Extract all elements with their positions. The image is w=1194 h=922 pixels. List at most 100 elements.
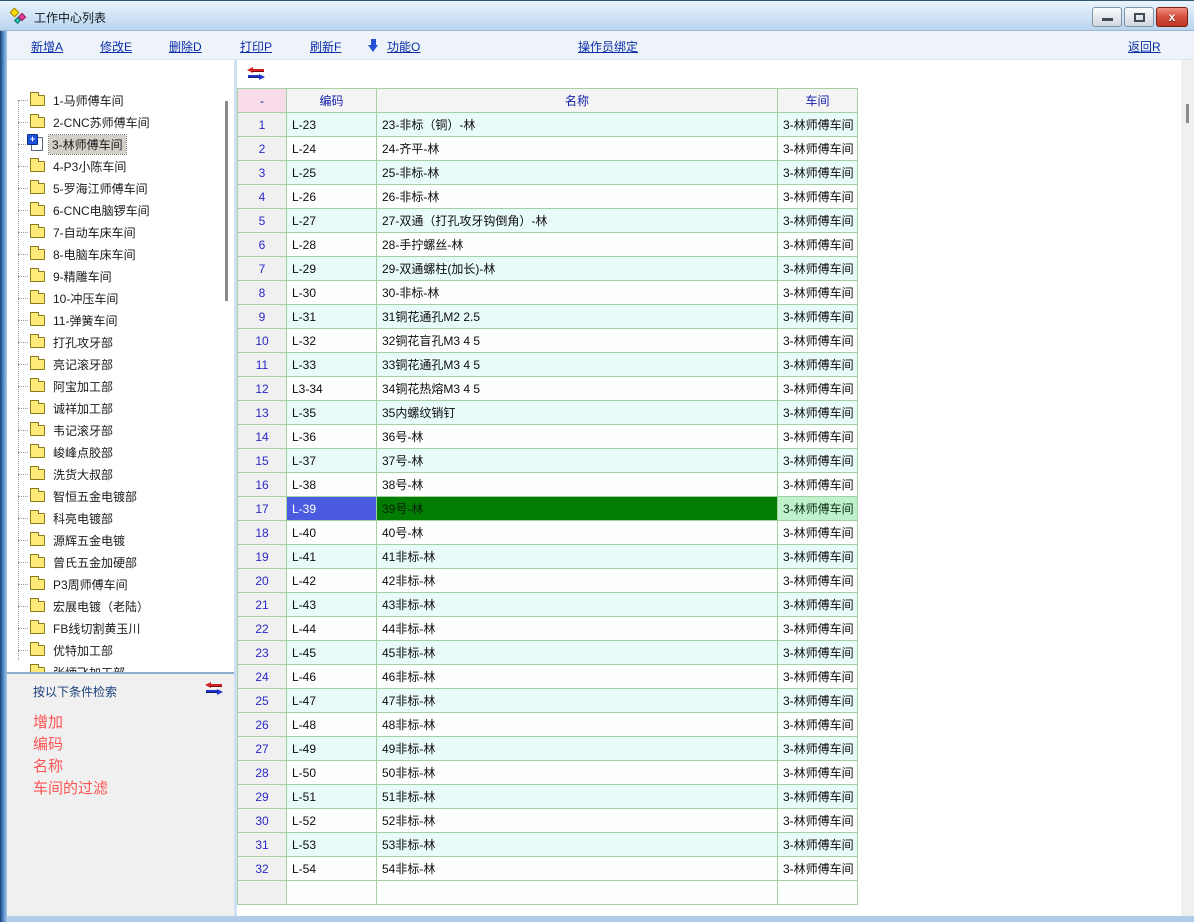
vertical-scrollbar[interactable]	[1181, 60, 1194, 917]
workshop-cell[interactable]: 3-林师傅车间	[778, 761, 858, 785]
name-cell[interactable]: 24-齐平-林	[377, 137, 778, 161]
row-number-cell[interactable]: 29	[238, 785, 287, 809]
row-number-cell[interactable]: 31	[238, 833, 287, 857]
name-cell[interactable]: 29-双通螺柱(加长)-林	[377, 257, 778, 281]
code-cell[interactable]: L-26	[287, 185, 377, 209]
table-row[interactable]: 7L-2929-双通螺柱(加长)-林3-林师傅车间	[238, 257, 858, 281]
table-row[interactable]: 17L-3939号-林3-林师傅车间	[238, 497, 858, 521]
workshop-cell[interactable]: 3-林师傅车间	[778, 545, 858, 569]
name-cell[interactable]: 37号-林	[377, 449, 778, 473]
workshop-cell[interactable]: 3-林师傅车间	[778, 857, 858, 881]
swap-arrows-icon[interactable]	[205, 682, 223, 695]
table-row[interactable]: 23L-4545非标-林3-林师傅车间	[238, 641, 858, 665]
workshop-cell[interactable]: 3-林师傅车间	[778, 737, 858, 761]
scrollbar-thumb[interactable]	[1186, 104, 1189, 123]
code-cell[interactable]: L-44	[287, 617, 377, 641]
workshop-cell[interactable]: 3-林师傅车间	[778, 641, 858, 665]
row-number-cell[interactable]: 32	[238, 857, 287, 881]
refresh-button[interactable]: 刷新F	[310, 38, 341, 55]
row-number-cell[interactable]: 13	[238, 401, 287, 425]
tree-item[interactable]: 5-罗海江师傅车间	[7, 177, 234, 199]
code-cell[interactable]: L-46	[287, 665, 377, 689]
code-cell[interactable]: L-53	[287, 833, 377, 857]
name-cell[interactable]: 33铜花通孔M3 4 5	[377, 353, 778, 377]
row-number-cell[interactable]: 25	[238, 689, 287, 713]
workshop-cell[interactable]: 3-林师傅车间	[778, 281, 858, 305]
code-cell[interactable]: L-35	[287, 401, 377, 425]
code-cell[interactable]: L-33	[287, 353, 377, 377]
code-cell[interactable]: L-50	[287, 761, 377, 785]
row-number-cell[interactable]: 8	[238, 281, 287, 305]
code-cell[interactable]: L-27	[287, 209, 377, 233]
table-row[interactable]: 14L-3636号-林3-林师傅车间	[238, 425, 858, 449]
tree-item[interactable]: 4-P3小陈车间	[7, 155, 234, 177]
code-cell[interactable]: L-52	[287, 809, 377, 833]
workshop-cell[interactable]: 3-林师傅车间	[778, 593, 858, 617]
row-number-cell[interactable]: 30	[238, 809, 287, 833]
workshop-cell[interactable]: 3-林师傅车间	[778, 161, 858, 185]
code-cell[interactable]: L-25	[287, 161, 377, 185]
row-number-cell[interactable]: 19	[238, 545, 287, 569]
tree-item[interactable]: 8-电脑车床车间	[7, 243, 234, 265]
table-row[interactable]: 11L-3333铜花通孔M3 4 53-林师傅车间	[238, 353, 858, 377]
workshop-cell[interactable]: 3-林师傅车间	[778, 305, 858, 329]
name-cell[interactable]: 23-非标（铜）-林	[377, 113, 778, 137]
table-row[interactable]: 2L-2424-齐平-林3-林师傅车间	[238, 137, 858, 161]
name-cell[interactable]: 35内螺纹销钉	[377, 401, 778, 425]
name-cell[interactable]: 45非标-林	[377, 641, 778, 665]
delete-button[interactable]: 删除D	[169, 38, 202, 55]
row-number-cell[interactable]: 22	[238, 617, 287, 641]
column-header-index[interactable]: -	[238, 89, 287, 113]
print-button[interactable]: 打印P	[240, 38, 272, 55]
code-cell[interactable]: L-28	[287, 233, 377, 257]
table-row[interactable]: 4L-2626-非标-林3-林师傅车间	[238, 185, 858, 209]
tree-item[interactable]: 智恒五金电镀部	[7, 485, 234, 507]
row-number-cell[interactable]: 1	[238, 113, 287, 137]
table-row[interactable]: 18L-4040号-林3-林师傅车间	[238, 521, 858, 545]
name-cell[interactable]: 51非标-林	[377, 785, 778, 809]
close-button[interactable]: x	[1156, 7, 1188, 27]
workshop-cell[interactable]: 3-林师傅车间	[778, 329, 858, 353]
workshop-cell[interactable]: 3-林师傅车间	[778, 209, 858, 233]
code-cell[interactable]: L-49	[287, 737, 377, 761]
tree-item[interactable]: 洗货大叔部	[7, 463, 234, 485]
row-number-cell[interactable]: 28	[238, 761, 287, 785]
table-row[interactable]: 32L-5454非标-林3-林师傅车间	[238, 857, 858, 881]
table-row[interactable]: 28L-5050非标-林3-林师傅车间	[238, 761, 858, 785]
name-cell[interactable]: 47非标-林	[377, 689, 778, 713]
workshop-cell[interactable]: 3-林师傅车间	[778, 449, 858, 473]
table-row[interactable]: 16L-3838号-林3-林师傅车间	[238, 473, 858, 497]
row-number-cell[interactable]: 9	[238, 305, 287, 329]
code-cell[interactable]: L-42	[287, 569, 377, 593]
tree-item[interactable]: 韦记滚牙部	[7, 419, 234, 441]
filter-link-name[interactable]: 名称	[33, 756, 108, 778]
workshop-cell[interactable]: 3-林师傅车间	[778, 713, 858, 737]
table-row[interactable]: 10L-3232铜花盲孔M3 4 53-林师傅车间	[238, 329, 858, 353]
workshop-cell[interactable]: 3-林师傅车间	[778, 569, 858, 593]
code-cell[interactable]: L-36	[287, 425, 377, 449]
row-number-cell[interactable]: 20	[238, 569, 287, 593]
row-number-cell[interactable]: 11	[238, 353, 287, 377]
name-cell[interactable]: 34铜花热熔M3 4 5	[377, 377, 778, 401]
tree-item[interactable]: 2-CNC苏师傅车间	[7, 111, 234, 133]
tree-item[interactable]: 11-弹簧车间	[7, 309, 234, 331]
tree-item[interactable]: 亮记滚牙部	[7, 353, 234, 375]
code-cell[interactable]: L-30	[287, 281, 377, 305]
modify-button[interactable]: 修改E	[100, 38, 132, 55]
workshop-cell[interactable]: 3-林师傅车间	[778, 617, 858, 641]
workshop-cell[interactable]: 3-林师傅车间	[778, 521, 858, 545]
tree-item[interactable]: 张炳飞加工部	[7, 661, 234, 672]
name-cell[interactable]: 48非标-林	[377, 713, 778, 737]
workshop-cell[interactable]: 3-林师傅车间	[778, 377, 858, 401]
code-cell[interactable]: L-47	[287, 689, 377, 713]
tree-item[interactable]: 3-林师傅车间	[7, 133, 234, 155]
tree-item[interactable]: P3周师傅车间	[7, 573, 234, 595]
name-cell[interactable]: 40号-林	[377, 521, 778, 545]
code-cell[interactable]: L-37	[287, 449, 377, 473]
table-row[interactable]: 22L-4444非标-林3-林师傅车间	[238, 617, 858, 641]
code-cell[interactable]: L-23	[287, 113, 377, 137]
name-cell[interactable]: 44非标-林	[377, 617, 778, 641]
name-cell[interactable]: 43非标-林	[377, 593, 778, 617]
tree-item[interactable]: 科亮电镀部	[7, 507, 234, 529]
name-cell[interactable]: 36号-林	[377, 425, 778, 449]
